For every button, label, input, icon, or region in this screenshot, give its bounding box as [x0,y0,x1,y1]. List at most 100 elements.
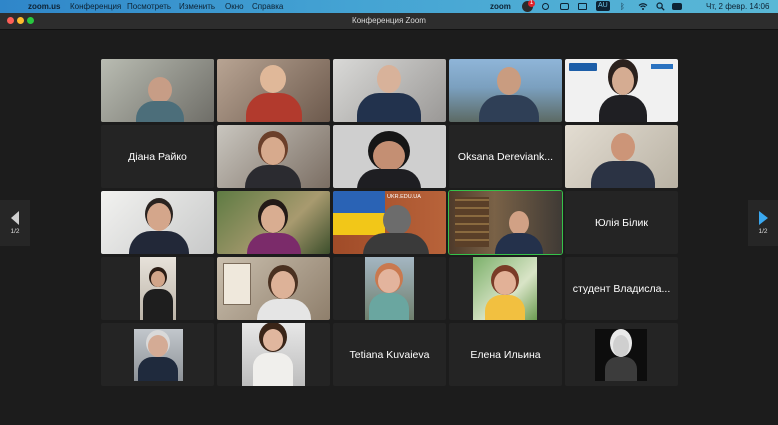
participant-avatar-tile[interactable] [565,323,678,386]
participant-face [261,205,285,233]
battery-icon[interactable] [578,3,587,10]
zoom-status-brand[interactable]: zoom [490,0,511,13]
close-window-button[interactable] [7,17,14,24]
participant-face [377,65,401,93]
portrait-body [605,357,637,381]
participant-video-tile[interactable] [217,191,330,254]
participant-video-tile[interactable] [333,257,446,320]
participant-video-tile[interactable] [101,323,214,386]
participant-video-tile[interactable] [449,59,562,122]
participant-video-tile[interactable] [101,191,214,254]
record-icon[interactable] [542,3,549,10]
menu-edit[interactable]: Изменить [179,0,215,13]
participant-video-tile[interactable] [217,59,330,122]
participant-body [357,93,421,122]
participant-face [378,269,400,293]
next-page-button[interactable]: 1/2 [748,200,778,246]
participant-face [611,133,635,161]
participant-name-tile[interactable]: студент Владисла... [565,257,678,320]
participant-body [138,357,178,381]
menubar-clock[interactable]: Чт, 2 февр. 14:06 [706,0,769,13]
participant-body [143,289,173,320]
participant-video-tile[interactable] [101,59,214,122]
participant-body [479,95,539,122]
notification-badge: 1 [528,0,535,7]
next-page-indicator: 1/2 [758,228,768,235]
participant-body [257,299,311,320]
bluetooth-icon[interactable]: ᛒ [620,0,625,13]
participant-video-tile[interactable] [217,257,330,320]
participant-name-tile[interactable]: Oksana Dereviank... [449,125,562,188]
participant-body [129,231,189,254]
participant-name: студент Владисла... [572,282,671,295]
participant-name: Елена Ильина [470,348,541,361]
chevron-left-icon [10,211,19,225]
participant-video-tile[interactable] [333,59,446,122]
prev-page-indicator: 1/2 [10,228,20,235]
participant-name: Юлія Білик [594,216,648,229]
wall-picture [223,263,251,305]
participant-video-tile[interactable] [101,257,214,320]
participant-body [591,161,655,188]
chevron-right-icon [758,211,768,225]
participant-face [263,329,283,351]
participant-face [612,67,634,95]
menu-app-name[interactable]: zoom.us [28,0,60,13]
participant-face [494,271,516,295]
window-titlebar: Конференция Zoom [0,13,778,30]
minimize-window-button[interactable] [17,17,24,24]
participant-video-tile[interactable] [565,59,678,122]
portrait-face [613,335,629,357]
menu-conference[interactable]: Конференция [70,0,121,13]
previous-page-button[interactable]: 1/2 [0,200,30,246]
menu-help[interactable]: Справка [252,0,283,13]
active-speaker-tile[interactable] [448,190,563,255]
screen-share-icon[interactable] [560,3,569,10]
participant-face [383,205,411,235]
bookshelf [455,197,489,247]
participant-body [247,233,301,254]
participant-face [509,211,529,235]
menu-view[interactable]: Посмотреть [127,0,171,13]
fullscreen-window-button[interactable] [27,17,34,24]
control-center-icon[interactable] [672,3,682,10]
participant-video-tile[interactable] [565,125,678,188]
participant-video-tile[interactable] [217,323,330,386]
participant-body [246,93,302,122]
participant-name-tile[interactable]: Діана Райко [101,125,214,188]
keyboard-layout-badge[interactable]: AU [596,1,610,11]
participant-body [369,293,409,320]
participant-body [136,101,184,122]
participant-name: Tetiana Kuvaieva [349,348,430,361]
participant-face [271,271,295,299]
participant-name-tile[interactable]: Tetiana Kuvaieva [333,323,446,386]
participant-body [357,169,421,188]
banner-text: UKR.EDU.UA [387,194,421,200]
university-logo [569,63,597,71]
participant-face [151,271,165,287]
window-title: Конференция Zoom [352,16,426,25]
participant-face [261,137,285,165]
participant-name: Oksana Dereviank... [457,150,554,163]
flag-yellow [333,213,385,235]
flag-blue [333,191,385,213]
participant-video-tile[interactable]: UKR.EDU.UA [333,191,446,254]
participant-name: Діана Райко [128,150,187,163]
menu-window[interactable]: Окно [225,0,244,13]
participant-face [148,335,168,357]
participant-face [373,141,405,171]
participant-video-tile[interactable] [217,125,330,188]
participant-video-tile[interactable] [333,125,446,188]
participant-body [363,233,429,254]
participant-face [497,67,521,95]
participant-video-tile[interactable] [449,257,562,320]
banner-logo [651,64,673,69]
participant-face [148,77,172,103]
participant-face [147,203,171,231]
macos-menubar: zoom.us Конференция Посмотреть Изменить … [0,0,778,13]
participant-body [485,295,525,320]
gallery-view: 1/2 1/2 Діана Райко Oksana Dereviank... … [0,30,778,425]
participant-name-tile[interactable]: Юлія Білик [565,191,678,254]
participant-face [260,65,286,93]
participant-name-tile[interactable]: Елена Ильина [449,323,562,386]
